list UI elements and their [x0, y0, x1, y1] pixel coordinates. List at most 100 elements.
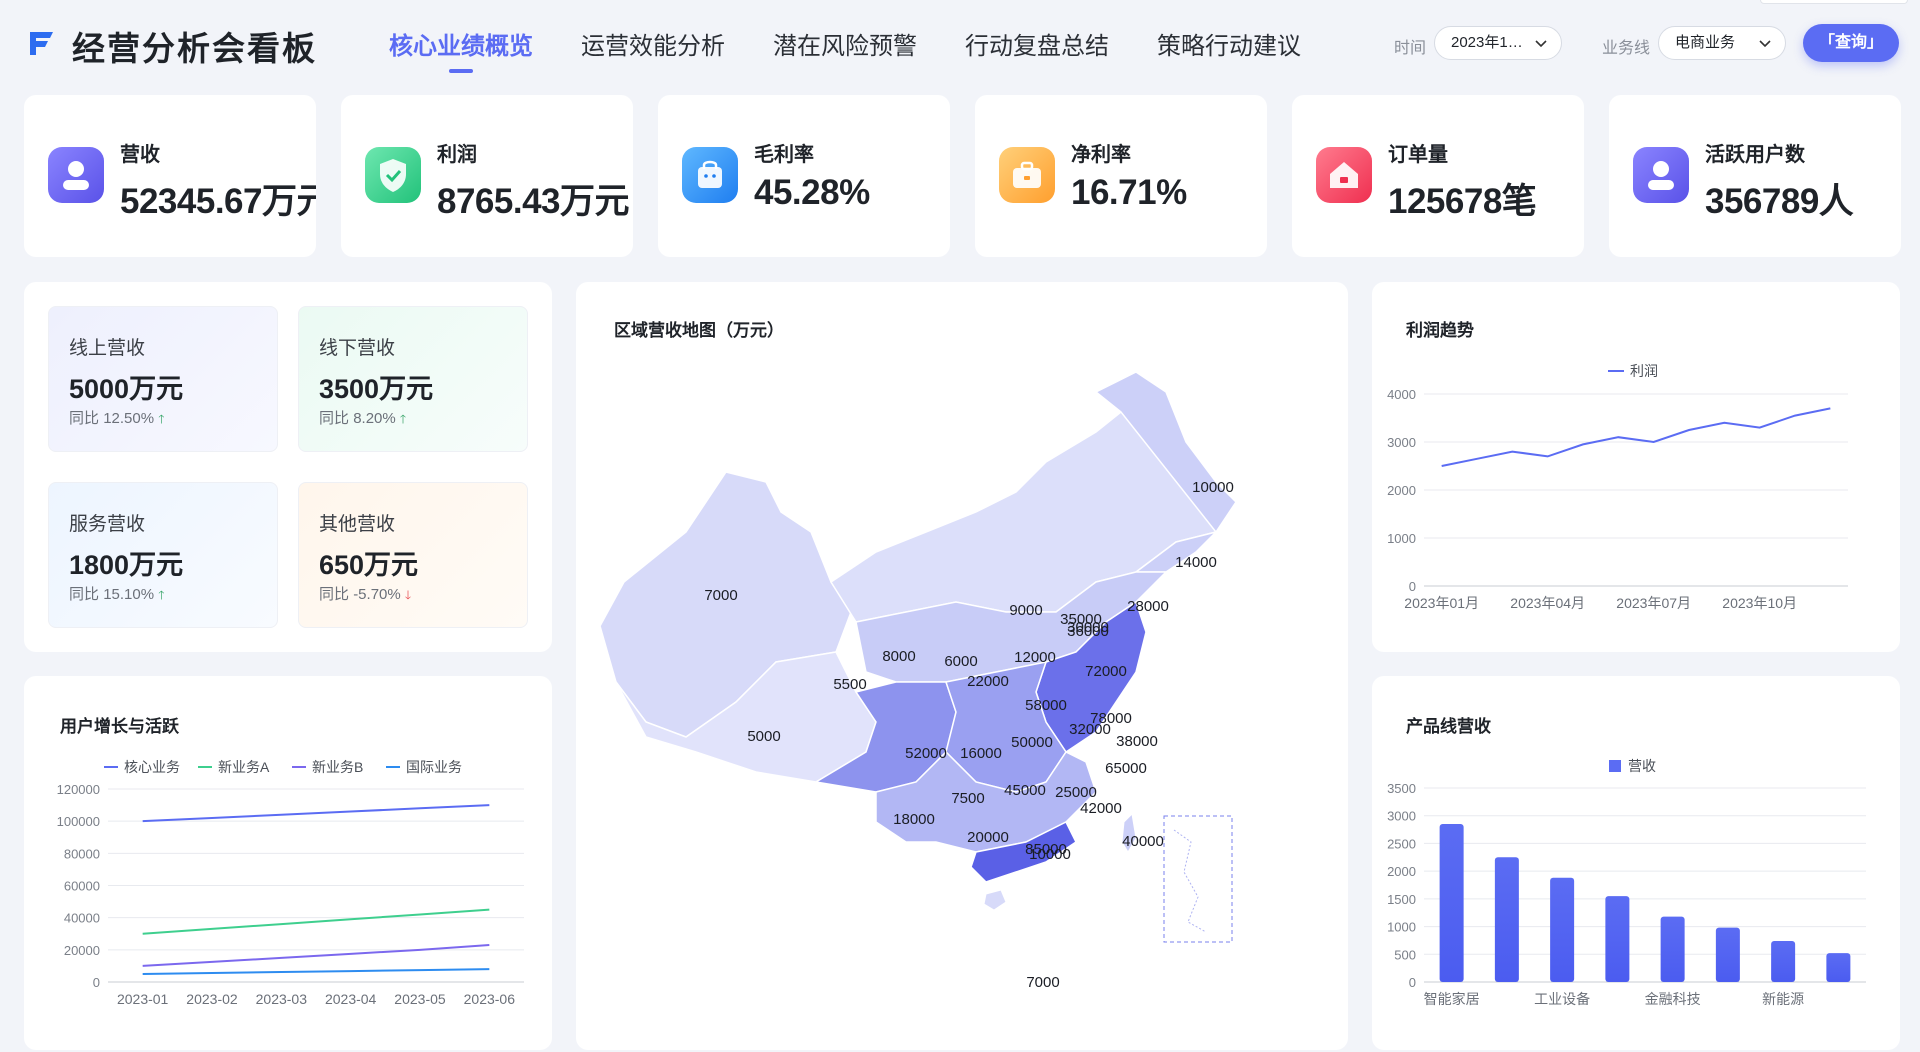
nav-tab-operations[interactable]: 运营效能分析 [581, 26, 725, 61]
revenue-value: 5000万元 [69, 374, 184, 404]
series-line-利润 [1441, 407, 1831, 467]
map-label: 5000 [747, 728, 780, 745]
y-tick-label: 2000 [1387, 483, 1416, 498]
x-tick-label: 2023-01 [117, 991, 169, 1007]
kpi-card-profit: 利润 8765.43万元 [341, 95, 633, 257]
y-tick-label: 0 [93, 975, 100, 990]
region-map[interactable]: 10000 14000 28000 35000 30000 36000 9000… [576, 282, 1348, 1050]
y-tick-label: 3000 [1387, 809, 1416, 824]
revenue-yoy: 同比 12.50% 🡑 [69, 410, 165, 427]
legend-label: 利润 [1630, 363, 1658, 379]
y-tick-label: 80000 [64, 846, 100, 861]
map-label: 52000 [905, 745, 947, 762]
south-sea-inset [1163, 815, 1233, 943]
map-label: 65000 [1105, 760, 1147, 777]
map-label: 8000 [882, 648, 915, 665]
x-tick-label: 2023-03 [256, 991, 308, 1007]
kpi-card-revenue: 营收 52345.67万元 [24, 95, 316, 257]
revenue-label: 线上营收 [69, 338, 146, 359]
chevron-down-icon [1759, 40, 1771, 48]
query-button[interactable]: 「查询」 [1803, 24, 1899, 62]
kpi-value: 8765.43万元 [437, 182, 630, 221]
nav-tab-core[interactable]: 核心业绩概览 [389, 26, 533, 61]
map-label: 5500 [833, 676, 866, 693]
top-partial-element [1760, 0, 1908, 4]
time-select[interactable]: 2023年1… [1434, 26, 1562, 60]
map-label: 7000 [704, 587, 737, 604]
revenue-label: 服务营收 [69, 514, 146, 535]
y-tick-label: 40000 [64, 911, 100, 926]
bar-新能源 [1771, 940, 1796, 982]
map-label: 7000 [1026, 974, 1059, 991]
y-tick-label: 3000 [1387, 435, 1416, 450]
x-tick-label: 2023年01月 [1404, 595, 1479, 611]
map-label: 58000 [1025, 697, 1067, 714]
map-label: 42000 [1080, 800, 1122, 817]
profit-trend-chart: 0 1000 2000 3000 4000 2023年01月 2023年04月 2023年07… [1387, 363, 1848, 611]
y-tick-label: 2500 [1387, 836, 1416, 851]
x-tick-label: 新能源 [1762, 991, 1804, 1007]
x-tick-label: 2023年10月 [1722, 595, 1797, 611]
map-label: 72000 [1085, 663, 1127, 680]
bar-智能家居 [1439, 824, 1464, 982]
kpi-label: 利润 [437, 144, 477, 166]
y-tick-label: 100000 [57, 814, 100, 829]
map-label: 25000 [1055, 784, 1097, 801]
revenue-label: 线下营收 [319, 338, 396, 359]
x-tick-label: 2023年07月 [1616, 595, 1691, 611]
kpi-label: 毛利率 [754, 144, 814, 166]
user-icon [48, 147, 104, 203]
map-label: 10000 [1029, 846, 1071, 863]
bar-c6 [1715, 927, 1740, 982]
revenue-card-other: 其他营收 650万元 同比 -5.70% 🡓 [298, 482, 528, 628]
home-icon [1316, 147, 1372, 203]
series-line-新业务B [142, 944, 490, 967]
x-tick-label: 2023-04 [325, 991, 377, 1007]
nav-tab-strategy[interactable]: 策略行动建议 [1157, 26, 1301, 61]
series-line-核心业务 [142, 804, 490, 823]
revenue-card-online: 线上营收 5000万元 同比 12.50% 🡑 [48, 306, 278, 452]
user-growth-chart: 0 20000 40000 60000 80000 100000 120000 2023-01… [57, 759, 524, 1007]
legend-label: 新业务A [218, 759, 270, 775]
briefcase-icon [999, 147, 1055, 203]
kpi-value: 52345.67万元 [120, 182, 316, 221]
kpi-label: 活跃用户数 [1705, 144, 1805, 166]
map-label: 38000 [1116, 733, 1158, 750]
bar-c2 [1494, 857, 1519, 982]
series-line-国际业务 [142, 968, 490, 975]
map-label: 20000 [967, 829, 1009, 846]
revenue-label: 其他营收 [319, 514, 396, 535]
legend-label: 国际业务 [406, 759, 462, 775]
kpi-value: 16.71% [1071, 173, 1187, 212]
map-region-hainan [983, 889, 1007, 911]
y-tick-label: 60000 [64, 879, 100, 894]
kpi-card-gross-margin: 毛利率 45.28% [658, 95, 950, 257]
arrow-up-icon: 🡑 [399, 412, 407, 426]
map-label: 50000 [1011, 734, 1053, 751]
map-label: 10000 [1192, 479, 1234, 496]
y-tick-label: 1000 [1387, 920, 1416, 935]
legend-swatch [1609, 760, 1621, 772]
series-line-新业务A [142, 908, 490, 935]
business-line-select[interactable]: 电商业务 [1658, 26, 1786, 60]
y-tick-label: 1500 [1387, 892, 1416, 907]
x-tick-label: 智能家居 [1424, 991, 1480, 1007]
nav-tab-risk[interactable]: 潜在风险预警 [773, 26, 917, 61]
map-label: 9000 [1009, 602, 1042, 619]
profit-trend-panel: 利润趋势 0 1000 2000 3000 4000 2023年01月 2023年04月 20… [1372, 282, 1900, 652]
legend-label: 营收 [1628, 758, 1656, 774]
business-line-label: 业务线 [1602, 40, 1651, 57]
y-tick-label: 4000 [1387, 387, 1416, 402]
main-nav: 核心业绩概览 运营效能分析 潜在风险预警 行动复盘总结 策略行动建议 [389, 26, 1301, 61]
y-tick-label: 20000 [64, 943, 100, 958]
x-tick-label: 工业设备 [1534, 991, 1590, 1007]
map-label: 22000 [967, 673, 1009, 690]
bar-c8 [1826, 953, 1851, 982]
x-tick-label: 2023-05 [394, 991, 446, 1007]
revenue-yoy: 同比 -5.70% 🡓 [319, 586, 412, 603]
nav-tab-review[interactable]: 行动复盘总结 [965, 26, 1109, 61]
user-growth-panel: 用户增长与活跃 0 20000 40000 60000 80000 100000 12000… [24, 676, 552, 1050]
kpi-value: 125678笔 [1388, 182, 1537, 221]
x-tick-label: 2023年04月 [1510, 595, 1585, 611]
arrow-up-icon: 🡑 [158, 412, 165, 426]
